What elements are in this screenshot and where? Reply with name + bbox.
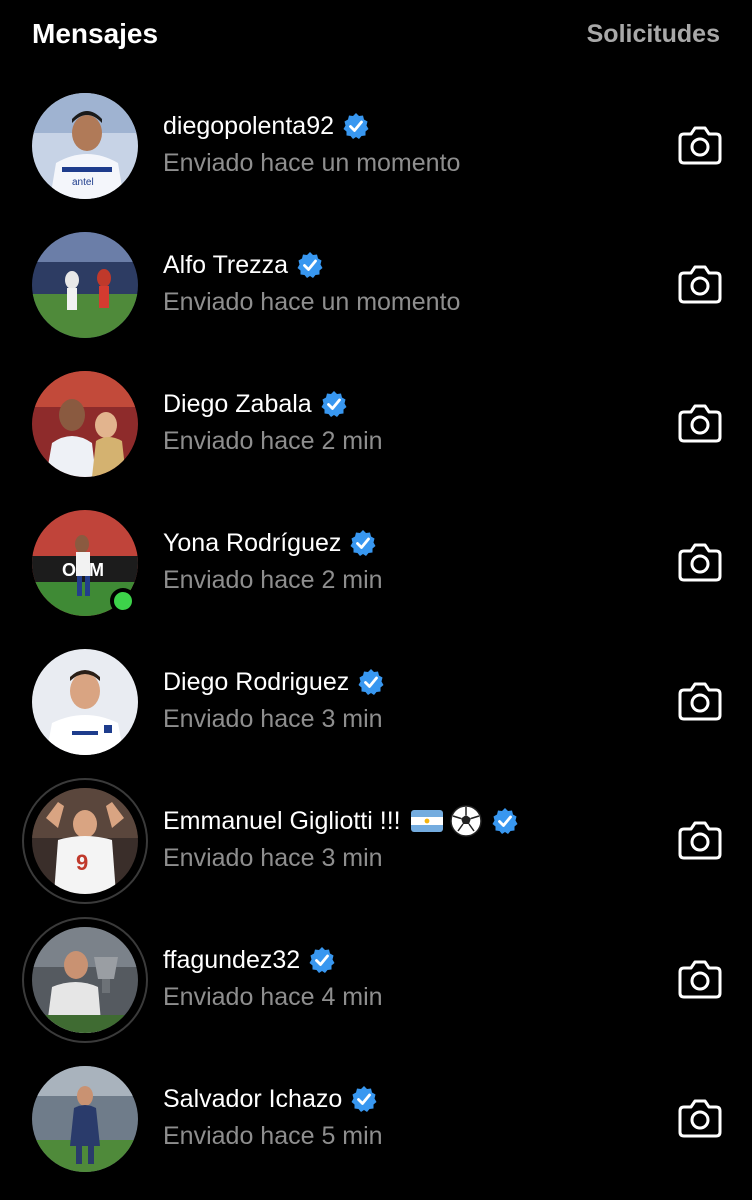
message-status: Enviado hace 3 min — [163, 844, 383, 872]
page-title: Mensajes — [32, 18, 159, 49]
flag-argentina-icon — [410, 810, 443, 832]
conversation-row[interactable]: ffagundez32 Enviado hace 4 min — [0, 911, 752, 1050]
camera-icon[interactable] — [678, 542, 722, 582]
avatar[interactable] — [32, 371, 138, 477]
verified-badge-icon — [342, 112, 370, 140]
camera-icon[interactable] — [678, 264, 722, 304]
verified-badge-icon — [296, 251, 324, 279]
conversation-list: antel diegopolenta92 Enviado hace un mom… — [0, 77, 752, 1189]
avatar[interactable] — [22, 917, 148, 1043]
message-status: Enviado hace 5 min — [163, 1122, 383, 1150]
svg-text:antel: antel — [72, 177, 94, 188]
avatar[interactable] — [32, 1066, 138, 1172]
verified-badge-icon — [491, 807, 519, 835]
conversation-row[interactable]: Diego Rodriguez Enviado hace 3 min — [0, 633, 752, 772]
avatar[interactable]: antel — [32, 93, 138, 199]
requests-link[interactable]: Solicitudes — [587, 20, 720, 49]
message-status: Enviado hace un momento — [163, 288, 461, 316]
svg-text:9: 9 — [76, 850, 88, 875]
message-status: Enviado hace 4 min — [163, 983, 383, 1011]
conversation-row[interactable]: Alfo Trezza Enviado hace un momento — [0, 216, 752, 355]
message-status: Enviado hace 2 min — [163, 566, 383, 594]
conversation-row[interactable]: Diego Zabala Enviado hace 2 min — [0, 355, 752, 494]
camera-icon[interactable] — [678, 1098, 722, 1138]
conversation-row[interactable]: ONM Yona Rodríguez Enviado hace 2 min — [0, 494, 752, 633]
contact-name: Salvador Ichazo — [163, 1084, 343, 1113]
camera-icon[interactable] — [678, 959, 722, 999]
camera-icon[interactable] — [678, 820, 722, 860]
avatar[interactable]: ONM — [32, 510, 138, 616]
soccer-ball-icon — [449, 804, 483, 838]
verified-badge-icon — [308, 946, 336, 974]
verified-badge-icon — [350, 1085, 378, 1113]
contact-name: Diego Zabala — [163, 389, 312, 418]
contact-name: Yona Rodríguez — [163, 528, 342, 557]
verified-badge-icon — [357, 668, 385, 696]
verified-badge-icon — [349, 529, 377, 557]
message-status: Enviado hace 2 min — [163, 427, 383, 455]
conversation-row[interactable]: Salvador Ichazo Enviado hace 5 min — [0, 1050, 752, 1189]
contact-name: Emmanuel Gigliotti !!! — [163, 806, 401, 835]
contact-name: ffagundez32 — [163, 945, 301, 974]
online-status-indicator — [110, 588, 136, 614]
camera-icon[interactable] — [678, 403, 722, 443]
contact-name: diegopolenta92 — [163, 111, 334, 140]
avatar[interactable] — [32, 232, 138, 338]
message-status: Enviado hace 3 min — [163, 705, 383, 733]
avatar[interactable]: 9 — [22, 778, 148, 904]
message-status: Enviado hace un momento — [163, 149, 461, 177]
verified-badge-icon — [320, 390, 348, 418]
avatar[interactable] — [32, 649, 138, 755]
conversation-row[interactable]: 9 Emmanuel Gigliotti !!! Enviado hace 3 … — [0, 772, 752, 911]
camera-icon[interactable] — [678, 681, 722, 721]
header: Mensajes Solicitudes — [0, 0, 752, 70]
contact-name: Diego Rodriguez — [163, 667, 350, 696]
conversation-row[interactable]: antel diegopolenta92 Enviado hace un mom… — [0, 77, 752, 216]
camera-icon[interactable] — [678, 125, 722, 165]
contact-name: Alfo Trezza — [163, 250, 289, 279]
